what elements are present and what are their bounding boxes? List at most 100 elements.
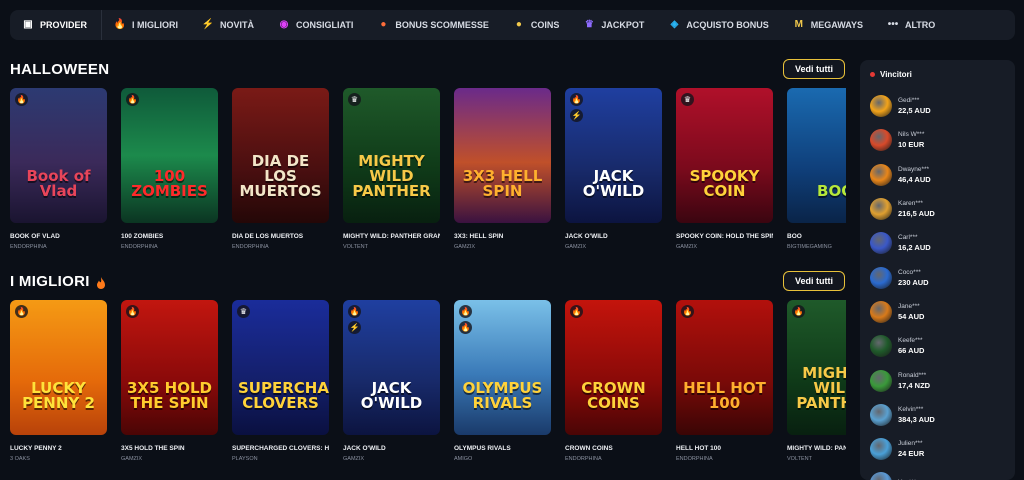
winner-game-avatar xyxy=(870,369,892,392)
game-title[interactable]: Olympus Rivals xyxy=(454,445,551,452)
nav-item-provider[interactable]: ▣ Provider xyxy=(20,10,103,40)
game-card[interactable]: DIA DE LOS MUERTOS Dia de los Muertos Endo… xyxy=(232,88,329,250)
game-thumbnail[interactable]: ♛ SPOOKY COIN xyxy=(676,88,773,223)
nav-item-coins[interactable]: ● Coins xyxy=(501,10,572,40)
winner-game-avatar xyxy=(870,95,892,118)
winner-game-avatar xyxy=(870,335,892,358)
winner-game-avatar xyxy=(870,198,892,221)
game-thumbnail[interactable]: DIA DE LOS MUERTOS xyxy=(232,88,329,223)
winner-item[interactable]: Carl*** 16,2 AUD xyxy=(870,226,1005,260)
game-logo-text: CROWN COINS xyxy=(581,379,646,412)
jackpot-icon: ♛ xyxy=(584,19,594,30)
game-card[interactable]: ♛ SUPERCHARGED CLOVERS Supercharged Clover… xyxy=(232,300,329,462)
jackpot-badge-icon: ♛ xyxy=(348,93,361,106)
game-title[interactable]: Spooky Coin: Hold the Spin xyxy=(676,233,773,240)
winner-item[interactable]: Coco*** 230 AUD xyxy=(870,260,1005,294)
halloween-games-row: 🔥 Book of Vlad Book of Vlad Endorphina 🔥 100 … xyxy=(10,88,846,258)
game-title[interactable]: 3x3: Hell Spin xyxy=(454,233,551,240)
view-all-best-button[interactable]: Vedi tutti xyxy=(783,271,845,291)
game-thumbnail[interactable]: 🔥 🔥 OLYMPUS RIVALS xyxy=(454,300,551,435)
winner-game-avatar xyxy=(870,300,892,323)
nav-item-jackpot[interactable]: ♛ Jackpot xyxy=(571,10,656,40)
bonus-buy-icon: ◈ xyxy=(670,19,679,30)
game-card[interactable]: 🔥 CROWN COINS Crown Coins Endorphina xyxy=(565,300,662,462)
game-thumbnail[interactable]: 🔥 HELL HOT 100 xyxy=(676,300,773,435)
game-card[interactable]: 🔥 LUCKY PENNY 2 Lucky Penny 2 3 Oaks xyxy=(10,300,107,462)
nav-item-bonus-scommesse[interactable]: ● Bonus scommesse xyxy=(365,10,501,40)
hot-badge-icon: 🔥 xyxy=(570,305,583,318)
nav-item-acquisto-bonus[interactable]: ◈ Acquisto bonus xyxy=(656,10,780,40)
game-thumbnail[interactable]: ♛ SUPERCHARGED CLOVERS xyxy=(232,300,329,435)
game-title[interactable]: Supercharged Clovers: Ho... xyxy=(232,445,329,452)
game-card[interactable]: 🔥 ⚡ JACK O'WILD Jack O'Wild Gamzix xyxy=(565,88,662,250)
game-title[interactable]: Mighty Wild: Panther Gran... xyxy=(343,233,440,240)
game-thumbnail[interactable]: 3X3 HELL SPIN xyxy=(454,88,551,223)
game-provider: Gamzix xyxy=(343,456,365,462)
game-provider: Voltent xyxy=(343,244,368,250)
game-thumbnail[interactable]: 🔥 MIGHTY WILD PANTHER xyxy=(787,300,846,435)
winner-item[interactable]: Dwayne*** 46,4 AUD xyxy=(870,158,1005,192)
game-logo-text: 100 ZOMBIES xyxy=(131,167,208,200)
nav-item-altro[interactable]: ••• Altro xyxy=(875,10,947,40)
game-thumbnail[interactable]: 🔥 LUCKY PENNY 2 xyxy=(10,300,107,435)
winner-text: Ronald*** 17,4 NZD xyxy=(898,372,930,390)
game-thumbnail[interactable]: BOO xyxy=(787,88,846,223)
game-thumbnail[interactable]: 🔥 ⚡ JACK O'WILD xyxy=(565,88,662,223)
winner-item[interactable]: Kelvin*** 384,3 AUD xyxy=(870,398,1005,432)
game-thumbnail[interactable]: 🔥 CROWN COINS xyxy=(565,300,662,435)
game-card[interactable]: 🔥 HELL HOT 100 Hell Hot 100 Endorphina xyxy=(676,300,773,462)
game-card[interactable]: ♛ MIGHTY WILD PANTHER Mighty Wild: Panther… xyxy=(343,88,440,250)
game-card[interactable]: ♛ SPOOKY COIN Spooky Coin: Hold the Spin Ga… xyxy=(676,88,773,250)
game-title[interactable]: Dia de los Muertos xyxy=(232,233,329,240)
winner-item[interactable]: Gedi*** 22,5 AUD xyxy=(870,89,1005,123)
winner-item[interactable]: Ronald*** 17,4 NZD xyxy=(870,363,1005,397)
game-card[interactable]: 🔥 ⚡ JACK O'WILD Jack O'Wild Gamzix xyxy=(343,300,440,462)
nav-item-label: Provider xyxy=(40,20,88,30)
view-all-halloween-button[interactable]: Vedi tutti xyxy=(783,59,845,79)
game-title[interactable]: 3x5 Hold the Spin xyxy=(121,445,218,452)
winner-item[interactable]: Karen*** 216,5 AUD xyxy=(870,192,1005,226)
nav-item-megaways[interactable]: M Megaways xyxy=(781,10,875,40)
game-title[interactable]: Crown Coins xyxy=(565,445,662,452)
game-provider: Voltent xyxy=(787,456,812,462)
hot-badge-icon: 🔥 xyxy=(15,93,28,106)
game-card[interactable]: BOO Boo BigTimeGaming xyxy=(787,88,846,250)
game-card[interactable]: 🔥 3X5 HOLD THE SPIN 3x5 Hold the Spin Gamzi… xyxy=(121,300,218,462)
game-card[interactable]: 🔥 🔥 OLYMPUS RIVALS Olympus Rivals Amigo xyxy=(454,300,551,462)
game-thumbnail[interactable]: 🔥 100 ZOMBIES xyxy=(121,88,218,223)
game-provider: Amigo xyxy=(454,456,473,462)
recommended-icon: ◉ xyxy=(279,19,289,30)
game-logo-text: SPOOKY COIN xyxy=(689,167,760,200)
winner-item[interactable]: Jane*** 54 AUD xyxy=(870,295,1005,329)
game-title[interactable]: Boo xyxy=(787,233,846,240)
game-title[interactable]: Mighty Wild: Pant... xyxy=(787,445,846,452)
game-title[interactable]: 100 Zombies xyxy=(121,233,218,240)
game-title[interactable]: Lucky Penny 2 xyxy=(10,445,107,452)
nav-item-novit-[interactable]: ⚡ Novità xyxy=(190,10,266,40)
winner-item[interactable]: Nils W*** 10 EUR xyxy=(870,123,1005,157)
game-title[interactable]: Jack O'Wild xyxy=(565,233,662,240)
winner-amount: 24 EUR xyxy=(898,449,925,459)
winner-amount: 66 AUD xyxy=(898,346,925,356)
jackpot-badge-icon: ♛ xyxy=(237,305,250,318)
winner-game-avatar xyxy=(870,266,892,289)
game-thumbnail[interactable]: 🔥 ⚡ JACK O'WILD xyxy=(343,300,440,435)
section-title-best-text: I MIGLIORI xyxy=(10,273,90,290)
game-card[interactable]: 🔥 Book of Vlad Book of Vlad Endorphina xyxy=(10,88,107,250)
game-provider: Endorphina xyxy=(10,244,47,250)
game-card[interactable]: 3X3 HELL SPIN 3x3: Hell Spin Gamzix xyxy=(454,88,551,250)
winner-item[interactable]: Keefe*** 66 AUD xyxy=(870,329,1005,363)
game-card[interactable]: 🔥 MIGHTY WILD PANTHER Mighty Wild: Pant...… xyxy=(787,300,846,462)
game-title[interactable]: Hell Hot 100 xyxy=(676,445,773,452)
winner-name: Jane*** xyxy=(898,302,920,310)
game-thumbnail[interactable]: 🔥 3X5 HOLD THE SPIN xyxy=(121,300,218,435)
nav-item-consigliati[interactable]: ◉ Consigliati xyxy=(266,10,365,40)
game-card[interactable]: 🔥 100 ZOMBIES 100 Zombies Endorphina xyxy=(121,88,218,250)
nav-item-i-migliori[interactable]: 🔥 I migliori xyxy=(102,10,190,40)
game-thumbnail[interactable]: ♛ MIGHTY WILD PANTHER xyxy=(343,88,440,223)
game-title[interactable]: Book of Vlad xyxy=(10,233,107,240)
winner-item[interactable]: Julien*** 24 EUR xyxy=(870,432,1005,466)
game-thumbnail[interactable]: 🔥 Book of Vlad xyxy=(10,88,107,223)
game-title[interactable]: Jack O'Wild xyxy=(343,445,440,452)
winner-amount: 384,3 AUD xyxy=(898,414,935,424)
